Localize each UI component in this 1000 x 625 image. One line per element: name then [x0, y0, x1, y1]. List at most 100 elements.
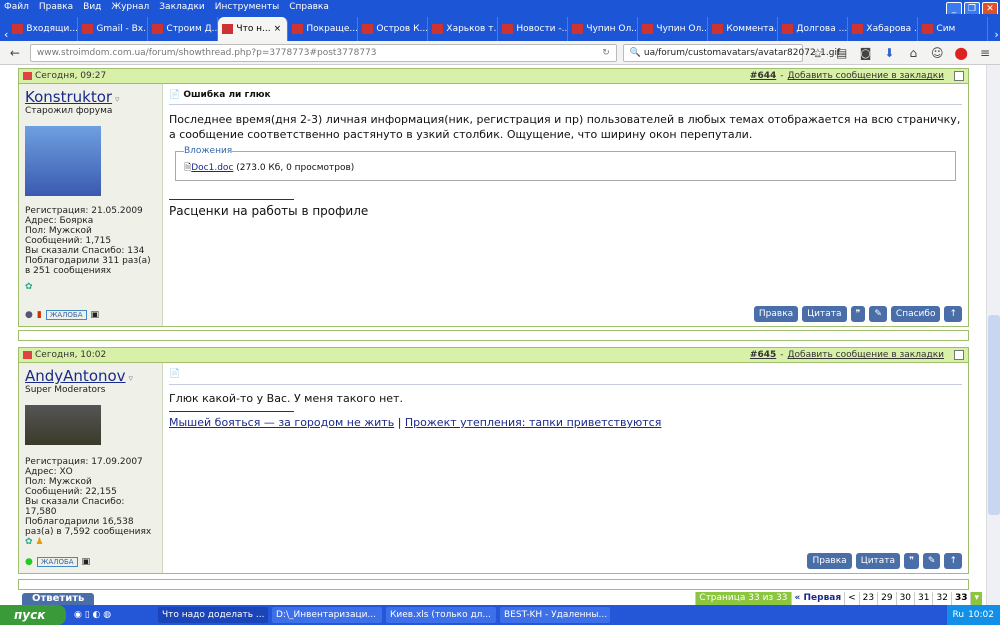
- reply-button[interactable]: Ответить: [22, 593, 95, 605]
- language-indicator[interactable]: Ru: [953, 610, 965, 620]
- taskbar-item[interactable]: D:\_Инвентаризаци...: [272, 607, 382, 623]
- username-link[interactable]: AndyAntonov: [25, 367, 126, 385]
- adblock-icon[interactable]: ⬤: [952, 46, 970, 60]
- page-link[interactable]: 23: [858, 592, 877, 605]
- chat-icon[interactable]: ☺: [928, 46, 946, 60]
- quote-button[interactable]: Цитата: [855, 553, 901, 569]
- tab-label: Харьков т...: [446, 24, 499, 34]
- signature-link-1[interactable]: Мышей бояться — за городом не жить: [169, 416, 394, 429]
- tab-label: Gmail - Вх...: [96, 24, 149, 34]
- post-title: Ошибка ли глюк: [183, 90, 271, 100]
- pocket-icon[interactable]: ◙: [857, 46, 875, 60]
- search-input[interactable]: 🔍 ua/forum/customavatars/avatar82072_1.g…: [622, 43, 840, 62]
- browser-tab[interactable]: Что н... ×: [218, 17, 289, 41]
- reload-icon[interactable]: ↻: [602, 48, 610, 58]
- bookmark-link[interactable]: Добавить сообщение в закладки: [788, 71, 945, 81]
- browser-tab[interactable]: Покраще...: [288, 17, 359, 41]
- browser-tab[interactable]: Строим Д...: [148, 17, 219, 41]
- report-button[interactable]: ЖАЛОБА: [36, 557, 78, 567]
- user-menu-icon[interactable]: ▿: [115, 95, 120, 105]
- url-bar[interactable]: www.stroimdom.com.ua/forum/showthread.ph…: [29, 43, 617, 62]
- select-checkbox[interactable]: [954, 71, 964, 81]
- user-stat: Вы сказали Спасибо: 17,580: [25, 497, 125, 517]
- tab-label: Сим: [936, 24, 956, 34]
- browser-tab[interactable]: Хабарова ...: [848, 17, 919, 41]
- close-tab-icon[interactable]: ×: [274, 24, 282, 34]
- tab-bar: ‹ Входящи... Gmail - Вх... Строим Д... Что …: [0, 14, 1000, 41]
- taskbar-item[interactable]: BEST-KH - Удаленны...: [500, 607, 610, 623]
- browser-tab[interactable]: Новости -...: [498, 17, 569, 41]
- attachment-link[interactable]: Doc1.doc: [191, 163, 233, 173]
- post-number-link[interactable]: #644: [750, 71, 776, 81]
- signature: Расценки на работы в профиле: [169, 204, 369, 218]
- menu-file[interactable]: Файл: [4, 2, 29, 12]
- download-icon[interactable]: ⬇: [881, 46, 899, 60]
- menu-tools[interactable]: Инструменты: [215, 2, 279, 12]
- browser-tab[interactable]: Долгова ...: [778, 17, 849, 41]
- browser-tab[interactable]: Остров К...: [358, 17, 429, 41]
- page-link[interactable]: 32: [932, 592, 950, 605]
- browser-tab[interactable]: Входящи...: [8, 17, 79, 41]
- current-page: 33: [950, 592, 971, 605]
- start-button[interactable]: пуск: [0, 605, 66, 625]
- top-button[interactable]: ↑: [944, 553, 962, 569]
- edit-button[interactable]: Правка: [753, 306, 799, 322]
- username-link[interactable]: Konstruktor: [25, 88, 112, 106]
- online-status-icon: ●: [25, 557, 33, 567]
- status-icon: ●: [25, 310, 33, 320]
- ip-icon[interactable]: ▣: [82, 557, 91, 567]
- scroll-tabs-right-icon[interactable]: ›: [994, 28, 998, 41]
- signature-link-2[interactable]: Прожект утепления: тапки приветствуются: [405, 416, 661, 429]
- browser-tab[interactable]: Харьков т...: [428, 17, 499, 41]
- home-icon[interactable]: ⌂: [904, 46, 922, 60]
- taskbar-item[interactable]: Киев.xls (только дл...: [386, 607, 496, 623]
- multiquote-button[interactable]: ❞: [904, 553, 919, 569]
- tab-label: Чупин Ол...: [656, 24, 709, 34]
- bookmark-link[interactable]: Добавить сообщение в закладки: [788, 350, 945, 360]
- taskbar-item[interactable]: Что надо доделать ...: [158, 607, 268, 623]
- favicon-icon: [222, 24, 234, 34]
- page-link[interactable]: 30: [895, 592, 914, 605]
- scrollbar-thumb[interactable]: [988, 315, 1000, 515]
- thanks-button[interactable]: Спасибо: [890, 306, 941, 322]
- edit-button[interactable]: Правка: [807, 553, 852, 569]
- prev-page-link[interactable]: <: [844, 592, 859, 605]
- vertical-scrollbar[interactable]: [986, 65, 1000, 605]
- browser-tab[interactable]: Чупин Ол...: [568, 17, 639, 41]
- top-button[interactable]: ↑: [944, 306, 962, 322]
- menu-history[interactable]: Журнал: [111, 2, 149, 12]
- report-button[interactable]: ЖАЛОБА: [45, 310, 87, 320]
- user-menu-icon[interactable]: ▿: [128, 374, 133, 384]
- page-dropdown-icon[interactable]: ▾: [970, 592, 982, 605]
- user-stat: Адрес: Боярка: [25, 216, 94, 226]
- ip-icon[interactable]: ▣: [91, 310, 100, 320]
- clock: 10:02: [968, 610, 994, 620]
- user-rank: Super Moderators: [25, 385, 106, 395]
- reading-list-icon[interactable]: ▤: [833, 46, 851, 60]
- browser-tab[interactable]: Gmail - Вх...: [78, 17, 149, 41]
- page-link[interactable]: 29: [877, 592, 895, 605]
- menu-help[interactable]: Справка: [289, 2, 329, 12]
- first-page-link[interactable]: « Первая: [790, 592, 845, 605]
- back-icon[interactable]: ←: [6, 46, 24, 60]
- multiquote-button[interactable]: ❞: [850, 306, 866, 322]
- quick-reply-button[interactable]: ✎: [869, 306, 887, 322]
- browser-tab[interactable]: Коммента...: [708, 17, 779, 41]
- menu-icon[interactable]: ≡: [976, 46, 994, 60]
- page-link[interactable]: 31: [914, 592, 932, 605]
- browser-tab[interactable]: Чупин Ол...: [638, 17, 709, 41]
- post-date: Сегодня, 10:02: [35, 350, 107, 360]
- post-number-link[interactable]: #645: [750, 350, 776, 360]
- pagination: Страница 33 из 33 « Первая < 23 29 30 31…: [695, 592, 982, 605]
- select-checkbox[interactable]: [954, 350, 964, 360]
- menu-view[interactable]: Вид: [83, 2, 101, 12]
- quick-launch-icons[interactable]: ◉ ▯ ◐ ◍: [74, 610, 154, 620]
- menu-bookmarks[interactable]: Закладки: [159, 2, 205, 12]
- menu-edit[interactable]: Правка: [39, 2, 73, 12]
- quote-button[interactable]: Цитата: [802, 306, 847, 322]
- post-icon: [23, 351, 32, 359]
- browser-tab[interactable]: Сим: [918, 17, 989, 41]
- quick-reply-button[interactable]: ✎: [922, 553, 941, 569]
- user-stat: Сообщений: 1,715: [25, 236, 112, 246]
- bookmark-star-icon[interactable]: ☆: [809, 46, 827, 60]
